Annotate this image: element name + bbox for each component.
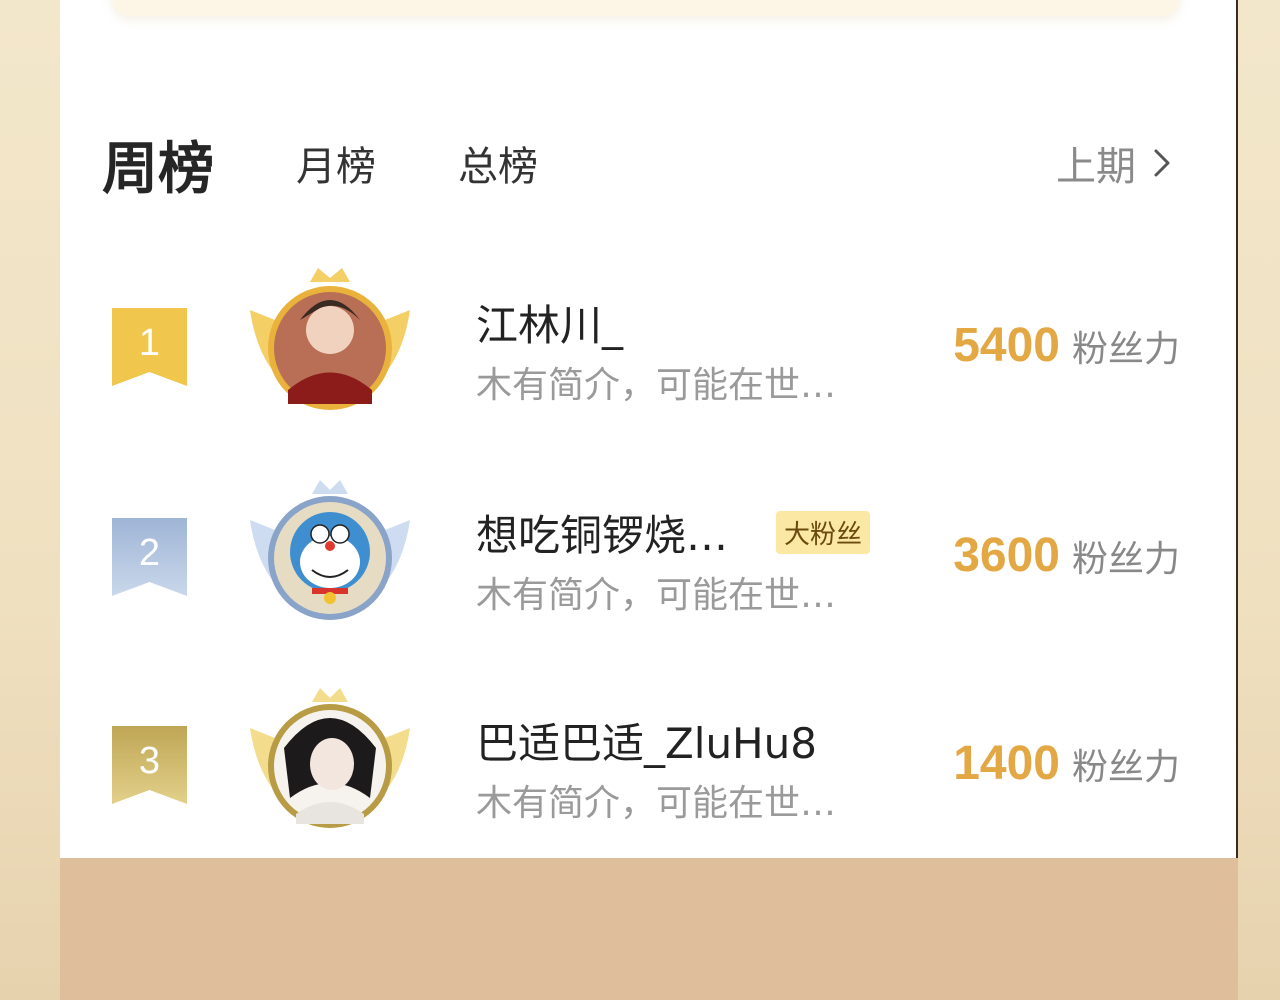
- score-value: 5400: [953, 319, 1060, 372]
- fan-power-score: 1400 粉丝力: [953, 736, 1180, 791]
- crown-icon: [312, 480, 348, 494]
- fan-power-score: 5400 粉丝力: [953, 318, 1180, 373]
- score-unit: 粉丝力: [1071, 539, 1180, 580]
- rank-number: 1: [138, 322, 161, 364]
- tab-monthly[interactable]: 月榜: [296, 134, 376, 192]
- rank-number: 3: [138, 740, 161, 782]
- fan-power-score: 3600 粉丝力: [953, 528, 1180, 583]
- user-name[interactable]: 巴适巴适_ZluHu8: [476, 710, 817, 771]
- background-left: [0, 0, 60, 1000]
- crown-icon: [310, 268, 350, 282]
- user-bio: 木有简介，可能在世…: [476, 575, 837, 616]
- user-bio: 木有简介，可能在世…: [476, 365, 837, 406]
- previous-period-button[interactable]: 上期: [1056, 134, 1182, 192]
- avatar[interactable]: [240, 678, 420, 848]
- rank-ribbon-icon: 3: [112, 726, 187, 804]
- ranking-row-3[interactable]: 3 巴适巴适_ZluHu8 木有简介，可能在世… 1400 粉丝力: [60, 676, 1236, 856]
- crown-icon: [312, 688, 348, 702]
- top-card: [112, 0, 1180, 16]
- background-right: [1238, 0, 1280, 1000]
- ranking-tabs: 周榜 月榜 总榜 上期: [102, 122, 1182, 202]
- user-name[interactable]: 想吃铜锣烧…: [476, 502, 728, 563]
- score-unit: 粉丝力: [1071, 329, 1180, 370]
- previous-period-label: 上期: [1056, 144, 1136, 190]
- footer-area: [60, 858, 1238, 1000]
- rank-number: 2: [138, 532, 161, 574]
- avatar[interactable]: [240, 260, 420, 430]
- chevron-right-icon: [1154, 149, 1170, 177]
- tab-weekly[interactable]: 周榜: [102, 124, 214, 205]
- score-value: 3600: [953, 529, 1060, 582]
- score-value: 1400: [953, 737, 1060, 790]
- avatar[interactable]: [240, 470, 420, 640]
- ranking-panel: 周榜 月榜 总榜 上期 1 江林川_ 木有简介，可能在世… 5400 粉丝力 2…: [60, 0, 1238, 858]
- ranking-row-1[interactable]: 1 江林川_ 木有简介，可能在世… 5400 粉丝力: [60, 258, 1236, 438]
- score-unit: 粉丝力: [1071, 747, 1180, 788]
- rank-ribbon-icon: 2: [112, 518, 187, 596]
- rank-ribbon-icon: 1: [112, 308, 187, 386]
- user-bio: 木有简介，可能在世…: [476, 783, 837, 824]
- tab-total[interactable]: 总榜: [458, 134, 538, 192]
- ranking-row-2[interactable]: 2 想吃铜锣烧… 大粉丝 木有简介，可能在世… 3600 粉丝力: [60, 468, 1236, 648]
- big-fan-badge: 大粉丝: [776, 511, 871, 554]
- user-name[interactable]: 江林川_: [476, 292, 623, 353]
